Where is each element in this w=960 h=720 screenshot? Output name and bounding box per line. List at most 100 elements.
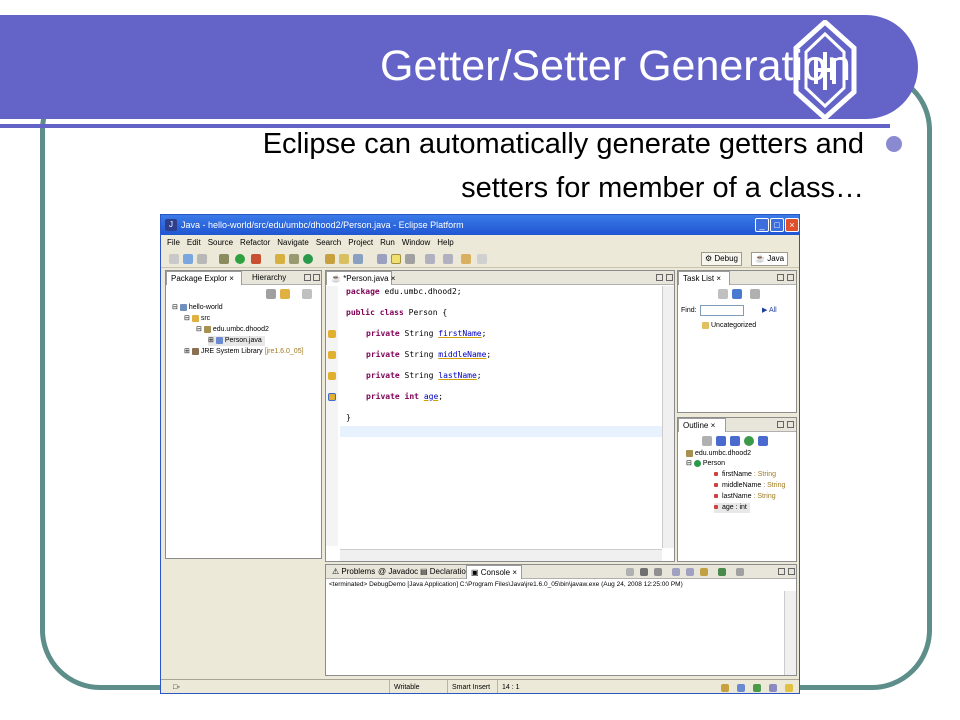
menu-help[interactable]: Help	[437, 238, 453, 247]
tab-person-java[interactable]: ☕ *Person.java ×	[326, 271, 395, 285]
filter-all-link[interactable]: ▶ All	[762, 306, 777, 314]
show-whitespace-icon[interactable]	[405, 254, 415, 264]
tab-problems[interactable]: ⚠ Problems	[328, 565, 375, 579]
menu-edit[interactable]: Edit	[187, 238, 201, 247]
task-minimize-icon[interactable]	[777, 274, 784, 281]
tray-icon[interactable]	[737, 684, 745, 692]
hide-nonpublic-icon[interactable]	[744, 436, 754, 446]
maximize-button[interactable]: □	[770, 218, 784, 232]
minimize-view-icon[interactable]	[304, 274, 311, 281]
horizontal-scrollbar[interactable]	[340, 549, 662, 561]
outline-member[interactable]: middleName : String	[714, 481, 785, 491]
new-class-icon[interactable]	[303, 254, 313, 264]
clear-console-icon[interactable]	[672, 568, 680, 576]
prev-annotation-icon[interactable]	[443, 254, 453, 264]
fast-view-icon[interactable]: □◦	[173, 680, 180, 693]
maximize-view-icon[interactable]	[313, 274, 320, 281]
display-console-icon[interactable]	[718, 568, 726, 576]
debug-icon[interactable]	[219, 254, 229, 264]
outline-member[interactable]: lastName : String	[714, 492, 776, 502]
menu-run[interactable]: Run	[380, 238, 395, 247]
print-icon[interactable]	[197, 254, 207, 264]
editor-maximize-icon[interactable]	[666, 274, 673, 281]
hide-local-types-icon[interactable]	[758, 436, 768, 446]
new-task-icon[interactable]	[718, 289, 728, 299]
tab-hierarchy[interactable]: Hierarchy	[248, 271, 286, 285]
tab-console[interactable]: ▣ Console ×	[466, 565, 522, 579]
console-minimize-icon[interactable]	[778, 568, 785, 575]
menu-search[interactable]: Search	[316, 238, 341, 247]
back-icon[interactable]	[461, 254, 471, 264]
next-annotation-icon[interactable]	[425, 254, 435, 264]
menu-file[interactable]: File	[167, 238, 180, 247]
outline-class[interactable]: ⊟ Person	[686, 459, 725, 469]
link-editor-icon[interactable]	[280, 289, 290, 299]
warning-marker-icon[interactable]	[328, 351, 336, 359]
close-button[interactable]: ×	[785, 218, 799, 232]
tree-item-jre[interactable]: ⊞ JRE System Library [jre1.6.0_05]	[184, 347, 304, 357]
warning-marker-icon[interactable]	[328, 330, 336, 338]
task-category[interactable]: Uncategorized	[702, 321, 756, 331]
external-tools-icon[interactable]	[251, 254, 261, 264]
save-icon[interactable]	[183, 254, 193, 264]
console-scrollbar[interactable]	[784, 591, 796, 675]
outline-member[interactable]: firstName : String	[714, 470, 776, 480]
run-icon[interactable]	[235, 254, 245, 264]
new-package-icon[interactable]	[289, 254, 299, 264]
debug-perspective-button[interactable]: ⚙ Debug	[701, 252, 742, 266]
code-line-3[interactable]: private String firstName;	[366, 329, 486, 338]
tree-item-project[interactable]: ⊟ hello-world	[172, 303, 223, 313]
hide-fields-icon[interactable]	[716, 436, 726, 446]
tray-icon[interactable]	[721, 684, 729, 692]
tray-icon[interactable]	[753, 684, 761, 692]
outline-member[interactable]: age : int	[714, 503, 750, 513]
open-type-icon[interactable]	[325, 254, 335, 264]
task-sort-icon[interactable]	[750, 289, 760, 299]
outline-package[interactable]: edu.umbc.dhood2	[686, 449, 751, 459]
remove-all-icon[interactable]	[654, 568, 662, 576]
open-folder-icon[interactable]	[339, 254, 349, 264]
open-console-icon[interactable]	[736, 568, 744, 576]
search-icon[interactable]	[353, 254, 363, 264]
menu-navigate[interactable]: Navigate	[277, 238, 309, 247]
new-icon[interactable]	[169, 254, 179, 264]
task-filter-icon[interactable]	[732, 289, 742, 299]
tree-item-src[interactable]: ⊟ src	[184, 314, 210, 324]
tab-javadoc[interactable]: @ Javadoc	[374, 565, 418, 579]
scroll-lock-icon[interactable]	[686, 568, 694, 576]
terminate-icon[interactable]	[626, 568, 634, 576]
sort-icon[interactable]	[702, 436, 712, 446]
forward-icon[interactable]	[477, 254, 487, 264]
collapse-all-icon[interactable]	[266, 289, 276, 299]
tab-declaration[interactable]: ▤ Declaration	[416, 565, 470, 579]
console-maximize-icon[interactable]	[788, 568, 795, 575]
menu-window[interactable]: Window	[402, 238, 430, 247]
code-line-6[interactable]: private int age;	[366, 392, 443, 401]
tab-package-explorer[interactable]: Package Explor ×	[166, 271, 242, 285]
edit-highlight-icon[interactable]	[391, 254, 401, 264]
code-line-7[interactable]: }	[346, 413, 351, 422]
menu-source[interactable]: Source	[208, 238, 233, 247]
warning-marker-icon[interactable]	[328, 372, 336, 380]
remove-launch-icon[interactable]	[640, 568, 648, 576]
code-line-2[interactable]: public class Person {	[346, 308, 447, 317]
tree-item-package[interactable]: ⊟ edu.umbc.dhood2	[196, 325, 269, 335]
outline-maximize-icon[interactable]	[787, 421, 794, 428]
warning-marker-icon[interactable]	[328, 393, 336, 401]
outline-minimize-icon[interactable]	[777, 421, 784, 428]
menu-refactor[interactable]: Refactor	[240, 238, 270, 247]
tray-icon[interactable]	[769, 684, 777, 692]
editor-minimize-icon[interactable]	[656, 274, 663, 281]
menu-project[interactable]: Project	[348, 238, 373, 247]
pin-console-icon[interactable]	[700, 568, 708, 576]
vertical-scrollbar[interactable]	[662, 286, 674, 548]
tree-item-file[interactable]: ⊞ Person.java	[208, 336, 265, 346]
tray-icon[interactable]	[785, 684, 793, 692]
code-line-4[interactable]: private String middleName;	[366, 350, 491, 359]
new-java-project-icon[interactable]	[275, 254, 285, 264]
code-line-1[interactable]: package edu.umbc.dhood2;	[346, 287, 462, 296]
tab-outline[interactable]: Outline ×	[678, 418, 726, 432]
find-input[interactable]	[700, 305, 744, 316]
java-perspective-button[interactable]: ☕ Java	[751, 252, 789, 266]
task-maximize-icon[interactable]	[787, 274, 794, 281]
